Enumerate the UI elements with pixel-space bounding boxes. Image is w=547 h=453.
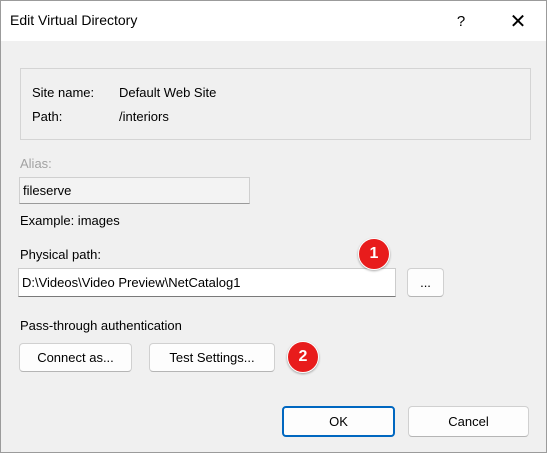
site-info-group: Site name: Default Web Site Path: /inter… [20,68,531,140]
path-label: Path: [32,109,63,124]
edit-virtual-directory-dialog: Edit Virtual Directory ? ✕ Site name: De… [0,0,547,453]
cancel-button[interactable]: Cancel [408,406,529,437]
test-settings-label: Test Settings... [169,350,255,365]
connect-as-button[interactable]: Connect as... [19,343,132,372]
browse-button[interactable]: ... [407,268,444,297]
browse-button-label: ... [420,275,431,290]
path-value: /interiors [119,109,169,124]
annotation-badge-2-number: 2 [298,348,308,365]
cancel-label: Cancel [448,414,489,429]
dialog-title: Edit Virtual Directory [10,12,138,28]
ok-label: OK [329,414,348,429]
annotation-badge-2: 2 [287,341,319,373]
help-icon: ? [456,12,466,30]
site-name-label: Site name: [32,85,95,100]
test-settings-button[interactable]: Test Settings... [149,343,275,372]
close-button[interactable]: ✕ [495,1,541,41]
title-bar: Edit Virtual Directory ? ✕ [1,1,546,41]
site-name-value: Default Web Site [119,85,217,100]
physical-path-value: D:\Videos\Video Preview\NetCatalog1 [22,275,241,290]
alias-example-text: Example: images [20,213,120,228]
annotation-badge-1-number: 1 [369,245,379,262]
physical-path-input[interactable]: D:\Videos\Video Preview\NetCatalog1 [18,268,396,297]
connect-as-label: Connect as... [37,350,114,365]
alias-value: fileserve [23,183,72,198]
help-button[interactable]: ? [438,1,484,41]
physical-path-label: Physical path: [20,247,101,262]
annotation-badge-1: 1 [358,238,390,270]
alias-label: Alias: [20,156,52,171]
alias-field: fileserve [19,177,250,204]
close-icon: ✕ [509,10,527,33]
ok-button[interactable]: OK [282,406,395,437]
pass-through-auth-label: Pass-through authentication [20,318,182,333]
